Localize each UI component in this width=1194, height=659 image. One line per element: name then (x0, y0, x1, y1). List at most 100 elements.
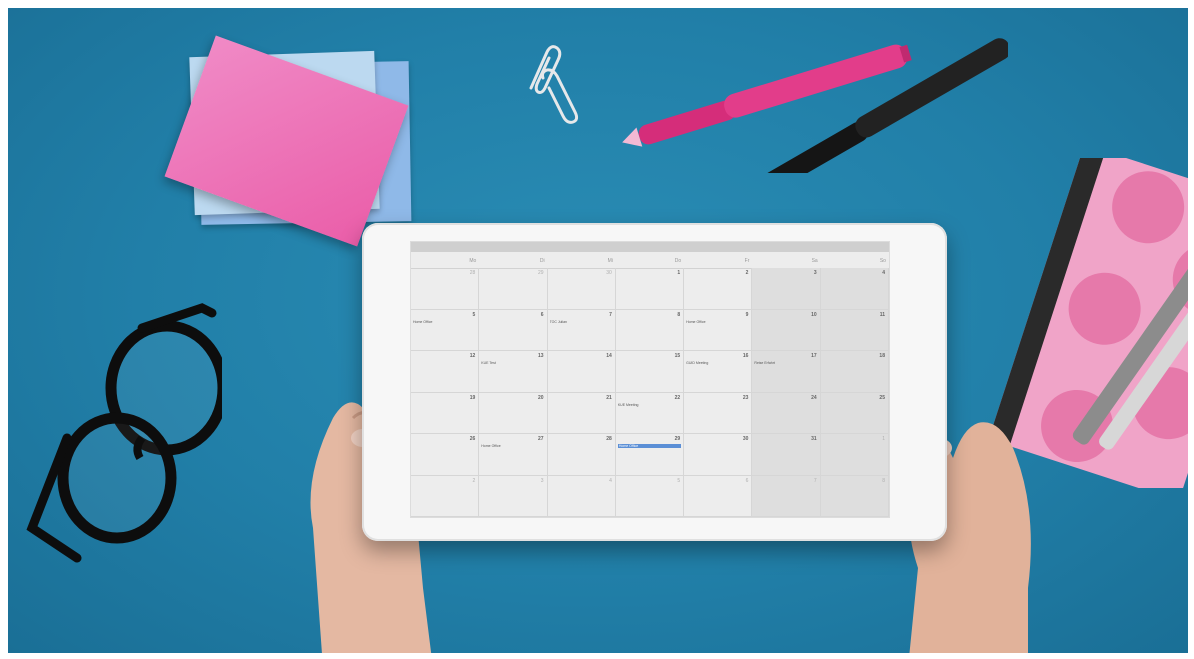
day-number: 20 (538, 394, 544, 401)
calendar-day-cell[interactable]: 8 (615, 309, 685, 351)
day-number: 12 (469, 353, 476, 359)
day-number: 25 (879, 394, 885, 401)
day-number: 22 (674, 394, 681, 401)
paperclip-icon (529, 45, 579, 124)
day-number: 7 (609, 311, 612, 318)
calendar-day-cell[interactable]: 12 (411, 351, 480, 393)
calendar-day-cell[interactable]: 4 (820, 268, 889, 310)
calendar-day-cell[interactable]: 18 (820, 351, 889, 393)
calendar-day-cell[interactable]: 14 (547, 351, 616, 393)
calendar-event[interactable]: KUE Meeting (618, 403, 681, 407)
day-number: 13 (538, 353, 544, 359)
calendar-day-cell[interactable]: 13 KUE Test (479, 351, 548, 393)
calendar-day-cell[interactable]: 27 Home Office (479, 434, 548, 476)
calendar-day-cell[interactable]: 26 (411, 434, 480, 476)
weekday-label: Di (539, 258, 545, 264)
calendar-day-cell[interactable]: 20 (479, 392, 548, 434)
calendar-day-cell[interactable]: 25 (820, 392, 889, 434)
day-number: 2 (472, 477, 476, 484)
day-number: 11 (879, 311, 885, 318)
calendar-day-cell[interactable]: 1 (820, 434, 889, 476)
day-number: 17 (811, 353, 817, 359)
calendar-day-cell[interactable]: 24 (752, 392, 821, 434)
weekday-label: Mi (607, 258, 613, 264)
calendar-day-cell[interactable]: 2 (411, 475, 480, 517)
calendar-day-cell[interactable]: 10 (752, 309, 821, 351)
day-number: 6 (745, 477, 749, 484)
calendar-day-cell[interactable]: 9 Home Office (684, 309, 753, 351)
calendar-day-cell[interactable]: 3 (752, 268, 821, 310)
calendar-day-cell[interactable]: 30 (684, 434, 753, 476)
day-number: 8 (882, 477, 885, 484)
day-number: 28 (606, 436, 612, 442)
day-number: 19 (469, 394, 476, 401)
weekday-label: Sa (811, 258, 818, 264)
day-number: 27 (538, 436, 544, 442)
day-number: 16 (742, 353, 749, 359)
calendar-day-cell[interactable]: 5 (615, 475, 685, 517)
day-number: 1 (882, 436, 885, 442)
day-number: 21 (606, 394, 612, 401)
calendar-event[interactable]: Home Office (617, 444, 682, 448)
calendar-event[interactable]: KUE Test (481, 361, 544, 365)
calendar-day-cell[interactable]: 16 GUID Meeting (684, 351, 753, 393)
day-number: 4 (609, 477, 612, 484)
desk-scene: Mo Di Mi Do Fr Sa So 28 29 30 1 2 3 4 5 Home Off… (8, 8, 1188, 653)
calendar-day-cell[interactable]: 7 (752, 475, 821, 517)
calendar-grid: 28 29 30 1 2 3 4 5 Home Office 6 7 TOC Julian 8 9 Home… (411, 268, 889, 517)
calendar-day-cell[interactable]: 28 (411, 268, 480, 310)
day-number: 7 (813, 477, 817, 484)
day-number: 5 (472, 311, 476, 318)
day-number: 4 (882, 270, 885, 276)
weekday-label: Do (674, 258, 682, 264)
calendar-day-cell[interactable]: 5 Home Office (411, 309, 480, 351)
day-number: 24 (811, 394, 817, 401)
glasses-icon (26, 303, 222, 563)
day-number: 1 (677, 270, 681, 276)
pen-icon (622, 38, 1008, 173)
calendar-event[interactable]: Reise Erfahrt (754, 361, 817, 365)
day-number: 10 (811, 311, 817, 318)
day-number: 3 (813, 270, 817, 276)
calendar-day-cell[interactable]: 1 (615, 268, 685, 310)
day-number: 31 (811, 436, 817, 442)
calendar-day-cell[interactable]: 29 Home Office (615, 434, 685, 476)
calendar-day-cell[interactable]: 31 (752, 434, 821, 476)
calendar-day-cell[interactable]: 28 (547, 434, 616, 476)
calendar-day-cell[interactable]: 6 (479, 309, 548, 351)
calendar-event[interactable]: Home Office (413, 320, 476, 324)
calendar-day-cell[interactable]: 2 (684, 268, 753, 310)
day-number: 9 (745, 311, 749, 318)
day-number: 26 (469, 436, 476, 442)
toolbar (411, 242, 889, 252)
weekday-label: Mo (469, 258, 477, 264)
calendar-day-cell[interactable]: 19 (411, 392, 480, 434)
calendar-day-cell[interactable]: 23 (684, 392, 753, 434)
weekday-label: So (879, 258, 886, 264)
calendar-day-cell[interactable]: 17 Reise Erfahrt (752, 351, 821, 393)
day-number: 29 (538, 270, 544, 276)
calendar-event[interactable]: Home Office (481, 444, 544, 448)
calendar-day-cell[interactable]: 6 (684, 475, 753, 517)
calendar-day-cell[interactable]: 4 (547, 475, 616, 517)
day-number: 23 (742, 394, 749, 401)
calendar-day-cell[interactable]: 22 KUE Meeting (615, 392, 685, 434)
calendar-day-cell[interactable]: 21 (547, 392, 616, 434)
calendar-day-cell[interactable]: 29 (479, 268, 548, 310)
day-number: 14 (606, 353, 612, 359)
calendar-day-cell[interactable]: 15 (615, 351, 685, 393)
day-number: 28 (469, 270, 476, 276)
day-number: 5 (677, 477, 681, 484)
day-number: 15 (674, 353, 681, 359)
calendar-event[interactable]: Home Office (686, 320, 749, 324)
calendar-day-cell[interactable]: 30 (547, 268, 616, 310)
calendar-event[interactable]: GUID Meeting (686, 361, 749, 365)
calendar-event[interactable]: TOC Julian (550, 320, 613, 324)
calendar-day-cell[interactable]: 11 (820, 309, 889, 351)
calendar-day-cell[interactable]: 8 (820, 475, 889, 517)
weekday-header: Mo Di Mi Do Fr Sa So (411, 252, 889, 269)
calendar-day-cell[interactable]: 7 TOC Julian (547, 309, 616, 351)
calendar-screen: Mo Di Mi Do Fr Sa So 28 29 30 1 2 3 4 5 Home Off… (410, 241, 890, 518)
calendar-day-cell[interactable]: 3 (479, 475, 548, 517)
day-number: 29 (674, 436, 681, 442)
